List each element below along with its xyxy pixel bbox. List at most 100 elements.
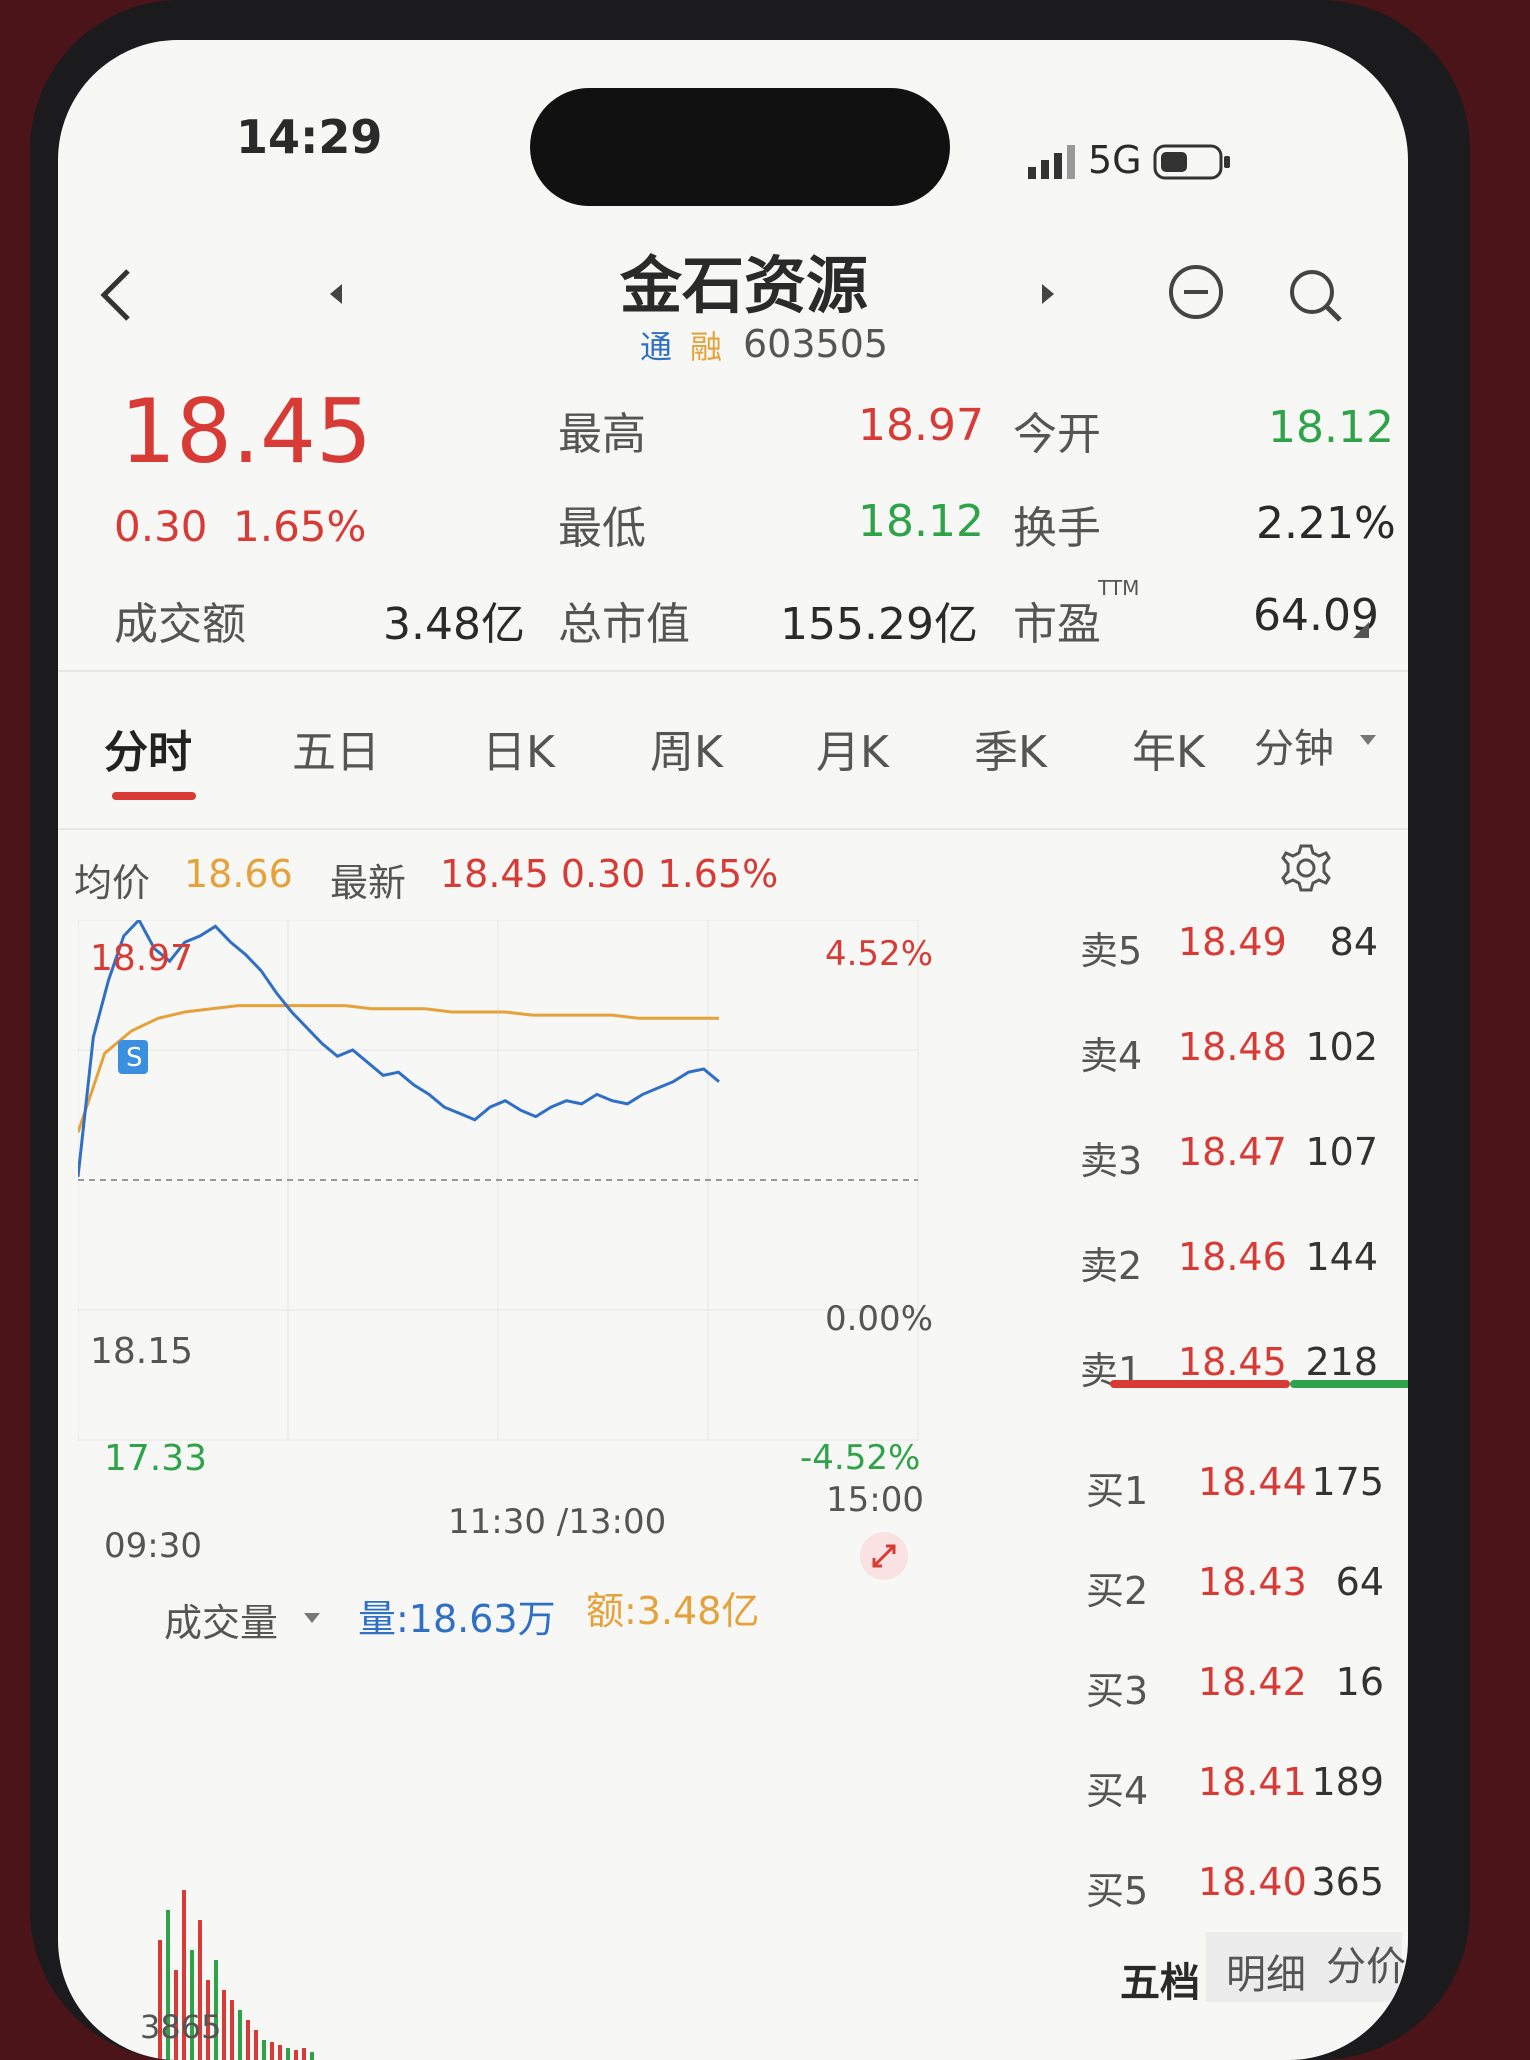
x-label-start: 09:30 — [104, 1526, 202, 1566]
ask-volume: 102 — [1305, 1025, 1378, 1069]
volume-bar — [246, 2020, 250, 2060]
avg-value: 18.66 — [184, 852, 293, 896]
back-arrow-icon[interactable] — [96, 265, 136, 329]
badge-tong: 通 — [640, 328, 673, 366]
x-label-end: 15:00 — [826, 1480, 924, 1520]
volume-bar — [222, 1990, 226, 2060]
search-icon[interactable] — [1286, 266, 1346, 330]
volume-bar — [302, 2048, 306, 2060]
tab-yearly-k[interactable]: 年K — [1132, 716, 1205, 780]
bid-volume: 365 — [1311, 1860, 1384, 1904]
tab-detail[interactable]: 明细 — [1226, 1942, 1306, 2000]
bid-volume: 64 — [1335, 1560, 1384, 1604]
battery-icon — [1153, 144, 1233, 184]
volume-amount: 额:3.48亿 — [586, 1589, 760, 1633]
bid-volume: 16 — [1335, 1660, 1384, 1704]
prev-stock-icon[interactable] — [326, 282, 346, 310]
active-tab-indicator — [112, 792, 196, 800]
volume-bar — [278, 2045, 282, 2060]
y-max-label: 18.97 — [90, 938, 193, 979]
ask-label: 卖5 — [1080, 929, 1143, 973]
amount-label: 成交额 — [114, 599, 246, 650]
volume-bar — [310, 2052, 314, 2060]
volume-bar — [254, 2030, 258, 2060]
tab-weekly-k[interactable]: 周K — [650, 716, 723, 780]
tab-five-level[interactable]: 五档 — [1120, 1950, 1200, 2008]
tab-quarterly-k[interactable]: 季K — [974, 716, 1047, 780]
ask-volume: 107 — [1305, 1130, 1378, 1174]
volume-bar — [286, 2048, 290, 2060]
tab-daily-k[interactable]: 日K — [482, 716, 555, 780]
y-min-label-text: 17.33 — [104, 1438, 208, 1479]
bid-label: 买5 — [1086, 1869, 1149, 1913]
tab-minute[interactable]: 分钟 — [1254, 716, 1334, 774]
ask-volume: 144 — [1305, 1235, 1378, 1279]
ask-label: 卖2 — [1080, 1244, 1143, 1288]
pct-bottom-label: -4.52% — [800, 1438, 921, 1478]
price-change-pct: 1.65% — [233, 502, 367, 551]
latest-value: 18.45 0.30 1.65% — [440, 852, 779, 896]
volume-selector[interactable]: 成交量 — [164, 1592, 278, 1647]
avg-price-line — [78, 1004, 719, 1133]
divider — [58, 828, 1408, 830]
tab-monthly-k[interactable]: 月K — [816, 716, 889, 780]
stock-name: 金石资源 — [620, 249, 869, 322]
bid-label: 买2 — [1086, 1569, 1149, 1613]
dynamic-island — [530, 88, 950, 206]
open-label: 今开 — [1013, 409, 1101, 460]
volume-qty: 量:18.63万 — [358, 1597, 556, 1641]
high-value: 18.97 — [858, 400, 984, 451]
bid-ask-bar-red — [1110, 1380, 1290, 1388]
pe-label: 市盈 — [1013, 599, 1101, 650]
low-label: 最低 — [558, 503, 646, 554]
open-value: 18.12 — [1268, 402, 1394, 453]
volume-bars: 3865 — [140, 1890, 314, 2060]
turnover-label: 换手 — [1013, 503, 1101, 554]
volume-dropdown-icon[interactable] — [304, 1610, 320, 1629]
low-value: 18.12 — [858, 496, 984, 547]
volume-bar — [238, 2010, 242, 2060]
current-price: 18.45 — [120, 380, 372, 483]
remove-watch-icon[interactable] — [1166, 262, 1226, 326]
bid-label: 买3 — [1086, 1669, 1149, 1713]
x-label-mid: 11:30 /13:00 — [448, 1502, 667, 1542]
latest-label: 最新 — [330, 861, 407, 905]
tab-five-day[interactable]: 五日 — [292, 716, 380, 780]
turnover-value: 2.21% — [1256, 498, 1396, 549]
signal-icon — [1028, 145, 1080, 183]
ask-volume: 84 — [1329, 920, 1378, 964]
tab-price-dist[interactable]: 分价 — [1326, 1934, 1406, 1992]
tab-minute-dropdown-icon[interactable] — [1360, 732, 1376, 751]
volume-bar — [230, 2000, 234, 2060]
expand-corner-icon[interactable] — [1353, 622, 1369, 642]
divider — [58, 670, 1408, 672]
y-mid-label: 18.15 — [90, 1331, 193, 1372]
ask-volume: 218 — [1305, 1340, 1378, 1384]
pct-top-label: 4.52% — [825, 934, 933, 974]
mktcap-label: 总市值 — [558, 599, 690, 650]
mktcap-value: 155.29亿 — [780, 599, 978, 650]
pe-ttm-sup: TTM — [1098, 576, 1140, 600]
volume-bar — [294, 2050, 298, 2060]
volume-sample-label: 3865 — [140, 2008, 221, 2046]
bid-label: 买4 — [1086, 1769, 1149, 1813]
ask-label: 卖3 — [1080, 1139, 1143, 1183]
s-marker-label: S — [126, 1043, 143, 1073]
bid-volume: 175 — [1311, 1460, 1384, 1504]
network-label: 5G — [1088, 138, 1142, 182]
screen: 14:29 5G 金石资源 通 融 603505 18.45 0.30 1.65… — [58, 40, 1408, 2060]
badge-rong: 融 — [690, 328, 723, 366]
gear-icon[interactable] — [1278, 840, 1334, 900]
tab-intraday[interactable]: 分时 — [104, 716, 192, 780]
next-stock-icon[interactable] — [1038, 282, 1058, 310]
amount-value: 3.48亿 — [383, 599, 525, 650]
ask-label: 卖4 — [1080, 1034, 1143, 1078]
fullscreen-icon[interactable] — [858, 1530, 910, 1586]
bid-volume: 189 — [1311, 1760, 1384, 1804]
price-change: 0.30 — [114, 502, 208, 551]
volume-bar — [262, 2040, 266, 2060]
avg-label: 均价 — [74, 861, 151, 905]
high-label: 最高 — [558, 409, 646, 460]
bid-ask-bar-green — [1290, 1380, 1408, 1388]
status-time: 14:29 — [236, 110, 383, 164]
